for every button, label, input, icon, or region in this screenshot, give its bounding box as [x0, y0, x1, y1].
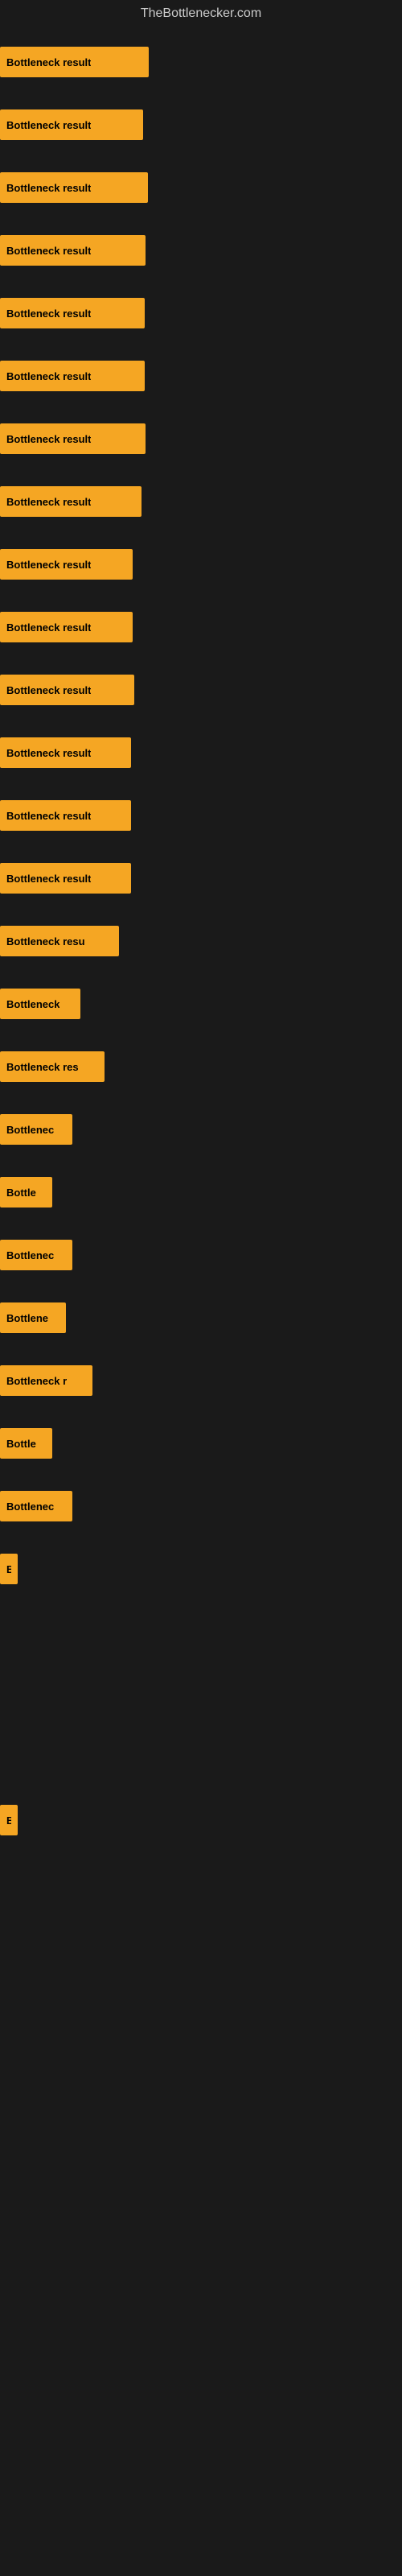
- bar-row-24: Bottlenec: [0, 1475, 402, 1538]
- bottleneck-bar-17[interactable]: Bottleneck res: [0, 1051, 105, 1082]
- bar-row-30: [0, 1852, 402, 1914]
- bar-row-32: [0, 1977, 402, 2040]
- bar-label-16: Bottleneck: [6, 998, 59, 1010]
- bottleneck-bar-1[interactable]: Bottleneck result: [0, 47, 149, 77]
- bar-row-4: Bottleneck result: [0, 219, 402, 282]
- bottleneck-bar-8[interactable]: Bottleneck result: [0, 486, 142, 517]
- bottleneck-bar-6[interactable]: Bottleneck result: [0, 361, 145, 391]
- bar-label-10: Bottleneck result: [6, 621, 91, 634]
- bottleneck-bar-29[interactable]: B: [0, 1805, 18, 1835]
- bar-row-1: Bottleneck result: [0, 31, 402, 93]
- bar-row-26: [0, 1600, 402, 1663]
- bar-row-22: Bottleneck r: [0, 1349, 402, 1412]
- site-title-container: TheBottlenecker.com: [0, 0, 402, 31]
- bottleneck-bar-3[interactable]: Bottleneck result: [0, 172, 148, 203]
- bar-row-2: Bottleneck result: [0, 93, 402, 156]
- bottleneck-bar-24[interactable]: Bottlenec: [0, 1491, 72, 1521]
- bar-row-15: Bottleneck resu: [0, 910, 402, 972]
- bar-label-17: Bottleneck res: [6, 1061, 79, 1073]
- bar-row-11: Bottleneck result: [0, 658, 402, 721]
- bar-label-25: B: [6, 1563, 11, 1575]
- bar-label-29: B: [6, 1814, 11, 1827]
- bottleneck-bar-15[interactable]: Bottleneck resu: [0, 926, 119, 956]
- bar-label-8: Bottleneck result: [6, 496, 91, 508]
- bar-row-7: Bottleneck result: [0, 407, 402, 470]
- bottleneck-bar-19[interactable]: Bottle: [0, 1177, 52, 1208]
- bar-label-13: Bottleneck result: [6, 810, 91, 822]
- bar-label-7: Bottleneck result: [6, 433, 91, 445]
- bar-row-29: B: [0, 1789, 402, 1852]
- bar-row-5: Bottleneck result: [0, 282, 402, 345]
- bar-label-14: Bottleneck result: [6, 873, 91, 885]
- bar-label-15: Bottleneck resu: [6, 935, 85, 947]
- bar-row-31: [0, 1914, 402, 1977]
- bar-label-1: Bottleneck result: [6, 56, 91, 68]
- bar-row-34: [0, 2103, 402, 2165]
- bottleneck-bar-16[interactable]: Bottleneck: [0, 989, 80, 1019]
- bar-row-14: Bottleneck result: [0, 847, 402, 910]
- bar-label-20: Bottlenec: [6, 1249, 54, 1261]
- bottleneck-bar-7[interactable]: Bottleneck result: [0, 423, 146, 454]
- bar-label-3: Bottleneck result: [6, 182, 91, 194]
- bottleneck-bar-2[interactable]: Bottleneck result: [0, 109, 143, 140]
- bar-label-6: Bottleneck result: [6, 370, 91, 382]
- bar-label-9: Bottleneck result: [6, 559, 91, 571]
- bar-row-9: Bottleneck result: [0, 533, 402, 596]
- bar-row-6: Bottleneck result: [0, 345, 402, 407]
- bar-row-8: Bottleneck result: [0, 470, 402, 533]
- bar-label-19: Bottle: [6, 1187, 36, 1199]
- bar-label-4: Bottleneck result: [6, 245, 91, 257]
- bottleneck-bar-14[interactable]: Bottleneck result: [0, 863, 131, 894]
- bar-row-21: Bottlene: [0, 1286, 402, 1349]
- bottleneck-bar-12[interactable]: Bottleneck result: [0, 737, 131, 768]
- bar-label-11: Bottleneck result: [6, 684, 91, 696]
- bar-label-23: Bottle: [6, 1438, 36, 1450]
- bar-row-12: Bottleneck result: [0, 721, 402, 784]
- bar-row-19: Bottle: [0, 1161, 402, 1224]
- bottleneck-bar-4[interactable]: Bottleneck result: [0, 235, 146, 266]
- bar-row-3: Bottleneck result: [0, 156, 402, 219]
- bar-label-22: Bottleneck r: [6, 1375, 67, 1387]
- bottleneck-bar-13[interactable]: Bottleneck result: [0, 800, 131, 831]
- bottleneck-bar-21[interactable]: Bottlene: [0, 1302, 66, 1333]
- bottleneck-bar-10[interactable]: Bottleneck result: [0, 612, 133, 642]
- bottleneck-bar-22[interactable]: Bottleneck r: [0, 1365, 92, 1396]
- bottleneck-bar-18[interactable]: Bottlenec: [0, 1114, 72, 1145]
- bar-label-24: Bottlenec: [6, 1501, 54, 1513]
- bar-label-21: Bottlene: [6, 1312, 48, 1324]
- bottleneck-bar-25[interactable]: B: [0, 1554, 18, 1584]
- bottleneck-bar-9[interactable]: Bottleneck result: [0, 549, 133, 580]
- bar-label-5: Bottleneck result: [6, 308, 91, 320]
- bottleneck-bar-11[interactable]: Bottleneck result: [0, 675, 134, 705]
- bottleneck-bar-23[interactable]: Bottle: [0, 1428, 52, 1459]
- bar-label-12: Bottleneck result: [6, 747, 91, 759]
- bar-label-2: Bottleneck result: [6, 119, 91, 131]
- bar-row-10: Bottleneck result: [0, 596, 402, 658]
- bottleneck-bar-20[interactable]: Bottlenec: [0, 1240, 72, 1270]
- bar-row-27: [0, 1663, 402, 1726]
- bar-row-36: [0, 2228, 402, 2291]
- bar-label-18: Bottlenec: [6, 1124, 54, 1136]
- bar-row-28: [0, 1726, 402, 1789]
- bar-row-18: Bottlenec: [0, 1098, 402, 1161]
- bar-row-23: Bottle: [0, 1412, 402, 1475]
- bar-row-13: Bottleneck result: [0, 784, 402, 847]
- bar-row-17: Bottleneck res: [0, 1035, 402, 1098]
- bar-row-20: Bottlenec: [0, 1224, 402, 1286]
- bars-container: Bottleneck result Bottleneck result Bottle…: [0, 31, 402, 2291]
- bar-row-35: [0, 2165, 402, 2228]
- bottleneck-bar-5[interactable]: Bottleneck result: [0, 298, 145, 328]
- site-title: TheBottlenecker.com: [0, 0, 402, 31]
- bar-row-16: Bottleneck: [0, 972, 402, 1035]
- bar-row-33: [0, 2040, 402, 2103]
- bar-row-25: B: [0, 1538, 402, 1600]
